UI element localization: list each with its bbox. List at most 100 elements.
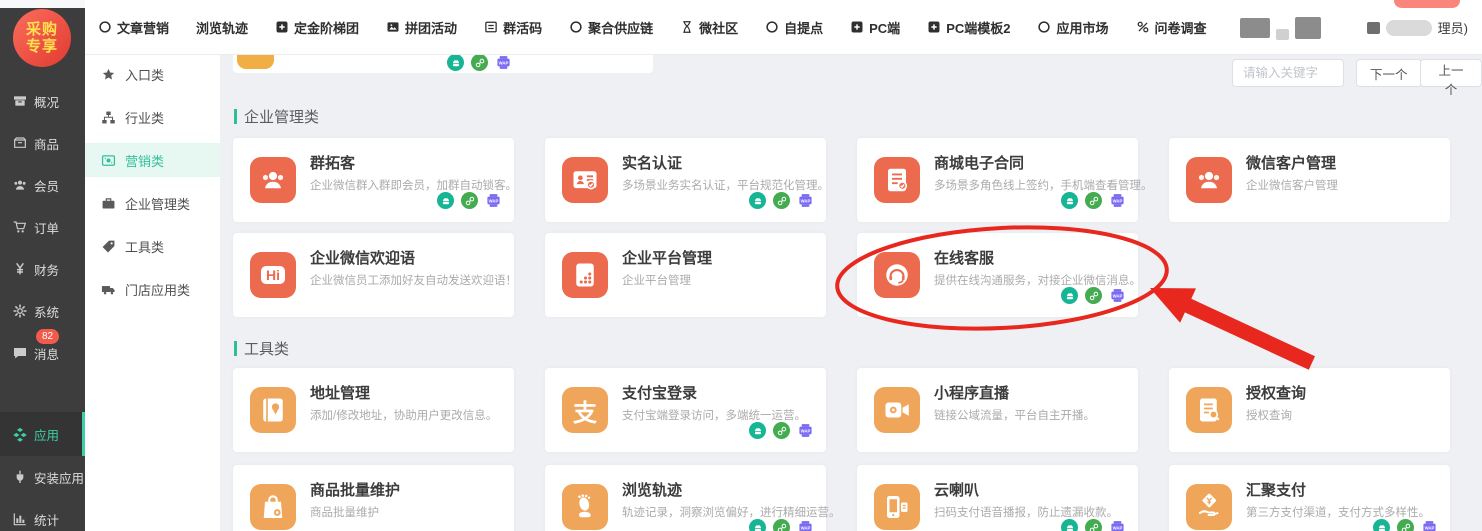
app-card-在线客服[interactable]: 在线客服 提供在线沟通服务，对接企业微信消息。 WAP: [857, 233, 1138, 317]
nav-item-聚合供应链[interactable]: 聚合供应链: [569, 18, 653, 37]
app-card-群拓客[interactable]: 群拓客 企业微信群入群即会员，加群自动锁客。 WAP: [233, 138, 514, 222]
sidebar-item-系统[interactable]: 系统: [0, 298, 85, 324]
category-item-工具类[interactable]: 工具类: [85, 229, 220, 263]
app-card-title: 在线客服: [934, 247, 994, 268]
app-card-小程序直播[interactable]: 小程序直播 链接公域流量，平台自主开播。: [857, 368, 1138, 452]
user-area[interactable]: 理员): [1240, 0, 1468, 55]
app-card-商城电子合同[interactable]: 商城电子合同 多场景多角色线上签约，手机端查看管理。 WAP: [857, 138, 1138, 222]
nav-item-问卷调查[interactable]: 问卷调查: [1136, 18, 1207, 37]
nav-item-自提点[interactable]: 自提点: [765, 18, 823, 37]
sidebar-item-label: 安装应用: [34, 468, 84, 487]
wap-icon[interactable]: WAP: [797, 422, 814, 439]
android-icon[interactable]: [1061, 287, 1078, 304]
sidebar-item-消息[interactable]: 消息 82: [0, 340, 85, 366]
image: [386, 20, 400, 34]
nav-item-定金阶梯团[interactable]: 定金阶梯团: [275, 18, 359, 37]
nav-item-PC端[interactable]: PC端: [850, 18, 900, 37]
user-name-suffix: 理员): [1438, 18, 1468, 37]
category-item-入口类[interactable]: 入口类: [85, 57, 220, 91]
link-icon[interactable]: [773, 422, 790, 439]
prev-button[interactable]: 上一个: [1420, 59, 1482, 87]
category-item-营销类[interactable]: 营销类: [85, 143, 220, 177]
sidebar-item-会员[interactable]: 会员: [0, 172, 85, 198]
link-icon[interactable]: [1397, 519, 1414, 531]
app-card-icon: [250, 484, 296, 530]
partial-card-icon: [237, 55, 274, 69]
overview-box-icon: [12, 93, 28, 109]
tag-icon: [101, 239, 116, 254]
sidebar-item-统计[interactable]: 统计: [0, 506, 85, 531]
link-icon[interactable]: [471, 55, 488, 71]
app-card-desc: 企业平台管理: [622, 274, 822, 289]
link-icon[interactable]: [773, 519, 790, 531]
section-title: 工具类: [244, 338, 289, 359]
android-icon[interactable]: [1061, 192, 1078, 209]
censored-block: [1276, 29, 1289, 40]
link-icon[interactable]: [773, 192, 790, 209]
next-button[interactable]: 下一个: [1356, 59, 1422, 87]
sidebar-item-安装应用[interactable]: 安装应用: [0, 464, 85, 490]
nav-item-文章营销[interactable]: 文章营销: [98, 18, 169, 37]
logo-line1: 采购: [26, 21, 58, 38]
briefcase-icon: [101, 196, 116, 211]
android-icon[interactable]: [447, 55, 464, 71]
wap-icon[interactable]: WAP: [1109, 192, 1126, 209]
sidebar-item-财务[interactable]: 财务: [0, 256, 85, 282]
android-icon[interactable]: [749, 422, 766, 439]
wap-icon[interactable]: WAP: [1109, 519, 1126, 531]
android-icon[interactable]: [749, 519, 766, 531]
wap-icon[interactable]: WAP: [485, 192, 502, 209]
nav-item-label: 聚合供应链: [588, 18, 653, 37]
app-card-支付宝登录[interactable]: 支 支付宝登录 支付宝端登录访问，多端统一运营。 WAP: [545, 368, 826, 452]
sidebar-item-商品[interactable]: 商品: [0, 130, 85, 156]
nav-item-浏览轨迹[interactable]: 浏览轨迹: [196, 18, 248, 37]
nav-item-PC端模板2[interactable]: PC端模板2: [927, 18, 1010, 37]
category-item-label: 企业管理类: [125, 194, 190, 213]
nav-item-label: 群活码: [503, 18, 542, 37]
platform-icons: WAP: [1373, 519, 1438, 531]
app-card-汇聚支付[interactable]: 汇聚支付 第三方支付渠道，支付方式多样性。 WAP: [1169, 465, 1450, 531]
nav-item-拼团活动[interactable]: 拼团活动: [386, 18, 457, 37]
sidebar-item-概况[interactable]: 概况: [0, 88, 85, 114]
link-icon[interactable]: [1085, 519, 1102, 531]
link-icon[interactable]: [1085, 192, 1102, 209]
android-icon[interactable]: [749, 192, 766, 209]
logo-line2: 专享: [26, 38, 58, 55]
nav-item-应用市场[interactable]: 应用市场: [1037, 18, 1108, 37]
search-input[interactable]: [1232, 59, 1344, 87]
app-card-授权查询[interactable]: 授权查询 授权查询: [1169, 368, 1450, 452]
category-item-门店应用类[interactable]: 门店应用类: [85, 272, 220, 306]
sidebar-item-应用[interactable]: 应用: [0, 412, 85, 456]
wap-icon[interactable]: WAP: [1421, 519, 1438, 531]
sidebar-item-订单[interactable]: 订单: [0, 214, 85, 240]
link-icon[interactable]: [461, 192, 478, 209]
android-icon[interactable]: [1373, 519, 1390, 531]
wap-icon[interactable]: WAP: [797, 519, 814, 531]
app-card-商品批量维护[interactable]: 商品批量维护 商品批量维护: [233, 465, 514, 531]
sitemap-icon: [101, 110, 116, 125]
android-icon[interactable]: [1061, 519, 1078, 531]
app-card-云喇叭[interactable]: 云喇叭 扫码支付语音播报，防止遗漏收款。 WAP: [857, 465, 1138, 531]
wap-icon[interactable]: WAP: [1109, 287, 1126, 304]
app-card-企业微信欢迎语[interactable]: Hi 企业微信欢迎语 企业微信员工添加好友自动发送欢迎语！: [233, 233, 514, 317]
app-card-title: 商城电子合同: [934, 152, 1024, 173]
app-card-地址管理[interactable]: 地址管理 添加/修改地址，协助用户更改信息。: [233, 368, 514, 452]
link-icon[interactable]: [1085, 287, 1102, 304]
app-card-icon: [874, 157, 920, 203]
wap-icon[interactable]: WAP: [495, 55, 512, 71]
android-icon[interactable]: [437, 192, 454, 209]
category-item-企业管理类[interactable]: 企业管理类: [85, 186, 220, 220]
category-item-行业类[interactable]: 行业类: [85, 100, 220, 134]
wap-icon[interactable]: WAP: [797, 192, 814, 209]
partial-card[interactable]: WAP: [233, 55, 653, 73]
app-card-实名认证[interactable]: 实名认证 多场景业务实名认证，平台规范化管理。 WAP: [545, 138, 826, 222]
app-card-浏览轨迹[interactable]: 浏览轨迹 轨迹记录，洞察浏览偏好，进行精细运营。 WAP: [545, 465, 826, 531]
nav-item-微社区[interactable]: 微社区: [680, 18, 738, 37]
app-card-desc: 企业微信员工添加好友自动发送欢迎语！: [310, 274, 510, 289]
list: [484, 20, 498, 34]
app-card-微信客户管理[interactable]: 微信客户管理 企业微信客户管理: [1169, 138, 1450, 222]
nav-item-群活码[interactable]: 群活码: [484, 18, 542, 37]
app-card-企业平台管理[interactable]: 企业平台管理 企业平台管理: [545, 233, 826, 317]
sidebar-item-label: 会员: [34, 176, 59, 195]
svg-text:WAP: WAP: [1425, 525, 1435, 530]
